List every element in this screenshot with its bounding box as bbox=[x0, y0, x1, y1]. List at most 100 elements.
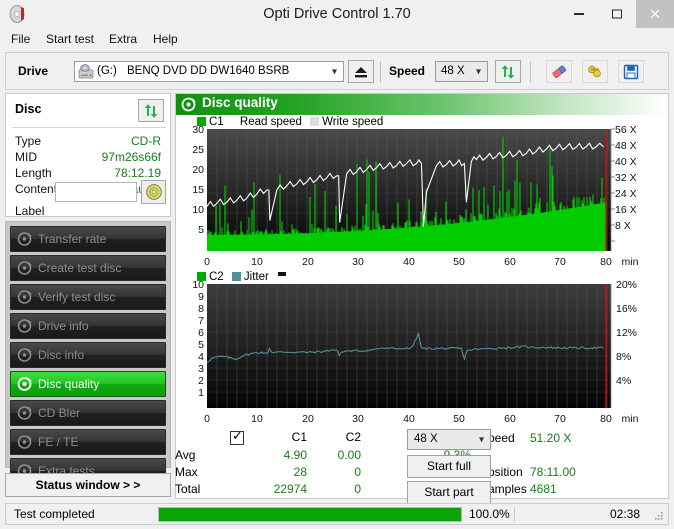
sidebar-item-create-test-disc[interactable]: Create test disc bbox=[10, 255, 166, 281]
svg-text:30: 30 bbox=[192, 125, 204, 136]
samples-value: 4681 bbox=[530, 482, 557, 496]
bitset-button[interactable] bbox=[582, 60, 608, 83]
svg-text:1: 1 bbox=[198, 387, 204, 399]
svg-text:6: 6 bbox=[198, 327, 204, 339]
svg-text:20%: 20% bbox=[616, 280, 637, 291]
refresh-button[interactable] bbox=[495, 60, 521, 83]
chevron-down-icon: ▾ bbox=[475, 66, 481, 77]
status-window-button[interactable]: Status window > > bbox=[5, 473, 171, 497]
floppy-save-icon bbox=[623, 64, 639, 79]
disc-type-value: CD-R bbox=[131, 134, 161, 148]
legend-marker-icon bbox=[278, 272, 287, 276]
disc-panel-title: Disc bbox=[15, 102, 42, 116]
position-value: 78:11.00 bbox=[530, 465, 576, 479]
refresh-arrows-icon bbox=[501, 64, 515, 79]
disc-icon bbox=[17, 406, 32, 420]
save-button[interactable] bbox=[618, 60, 644, 83]
divider bbox=[514, 507, 515, 522]
svg-text:12%: 12% bbox=[616, 327, 637, 339]
drive-label: Drive bbox=[18, 64, 49, 78]
svg-text:30: 30 bbox=[352, 256, 364, 268]
start-part-button[interactable]: Start part bbox=[407, 481, 491, 504]
close-button[interactable]: × bbox=[636, 0, 674, 28]
elapsed-time: 02:38 bbox=[609, 507, 640, 521]
bitset-icon bbox=[588, 65, 601, 77]
status-text: Test completed bbox=[14, 507, 95, 521]
disc-mid-value: 97m26s66f bbox=[101, 150, 161, 164]
disc-icon bbox=[17, 377, 32, 391]
svg-text:0: 0 bbox=[204, 413, 210, 425]
maximize-button[interactable] bbox=[598, 0, 636, 28]
svg-text:8: 8 bbox=[198, 303, 204, 315]
svg-text:8%: 8% bbox=[616, 351, 631, 363]
svg-text:32 X: 32 X bbox=[615, 172, 637, 184]
svg-text:9: 9 bbox=[198, 291, 204, 303]
sidebar-item-label: Verify test disc bbox=[38, 290, 116, 304]
menu-start-test[interactable]: Start test bbox=[41, 30, 99, 48]
menu-bar: File Start test Extra Help bbox=[0, 28, 674, 50]
disc-icon bbox=[17, 319, 32, 333]
chart-c2-jitter[interactable]: 1098 765 432 1 20%16%12% 8%4% 0 10 20 30… bbox=[182, 280, 662, 430]
row-label-avg: Avg bbox=[175, 448, 196, 462]
col-header-c1: C1 bbox=[291, 430, 307, 444]
svg-text:56 X: 56 X bbox=[615, 125, 637, 136]
disc-info-panel: Disc Type CD-R MID 97m26s66f Length 78:1… bbox=[5, 93, 171, 218]
menu-extra[interactable]: Extra bbox=[104, 30, 142, 48]
toolbar-separator bbox=[530, 61, 531, 83]
sidebar-item-drive-info[interactable]: Drive info bbox=[10, 313, 166, 339]
speed-label: Speed bbox=[389, 64, 426, 78]
disc-label-button[interactable] bbox=[141, 180, 166, 204]
test-speed-value: 48 X bbox=[414, 433, 438, 445]
toolbar: Drive (G:) BENQ DVD DD DW1640 BSRB ▾ Spe… bbox=[5, 52, 669, 90]
speed-select[interactable]: 48 X ▾ bbox=[435, 61, 488, 82]
chart-c1-readspeed[interactable]: 30 25 20 15 10 5 56 X 48 X 40 X 32 X 24 X 16 X 8… bbox=[182, 125, 662, 285]
chevron-down-icon: ▾ bbox=[331, 66, 337, 77]
svg-text:20: 20 bbox=[192, 164, 204, 176]
drive-icon bbox=[78, 64, 94, 79]
sidebar-item-transfer-rate[interactable]: Transfer rate bbox=[10, 226, 166, 252]
svg-text:60: 60 bbox=[504, 413, 516, 425]
svg-text:5: 5 bbox=[198, 224, 204, 236]
jitter-checkbox[interactable]: ✓ bbox=[230, 429, 244, 445]
maximize-icon bbox=[612, 9, 622, 19]
svg-text:min: min bbox=[622, 413, 639, 425]
app-window: Opti Drive Control 1.70 × File Start tes… bbox=[0, 0, 674, 529]
menu-help[interactable]: Help bbox=[148, 30, 183, 48]
drive-select[interactable]: (G:) BENQ DVD DD DW1640 BSRB ▾ bbox=[74, 61, 344, 82]
progress-bar bbox=[158, 507, 462, 522]
erase-button[interactable] bbox=[546, 60, 572, 83]
resize-grip-icon[interactable] bbox=[654, 511, 664, 521]
svg-text:3: 3 bbox=[198, 363, 204, 375]
row-label-max: Max bbox=[175, 465, 198, 479]
disc-type-label: Type bbox=[15, 134, 42, 148]
sidebar-item-disc-quality[interactable]: Disc quality bbox=[10, 371, 166, 397]
sidebar-item-fe-te[interactable]: FE / TE bbox=[10, 429, 166, 455]
sidebar-item-verify-test-disc[interactable]: Verify test disc bbox=[10, 284, 166, 310]
start-full-button[interactable]: Start full bbox=[407, 455, 491, 478]
test-speed-select[interactable]: 48 X ▾ bbox=[407, 429, 491, 450]
minimize-button[interactable] bbox=[560, 0, 598, 28]
svg-text:20: 20 bbox=[302, 413, 314, 425]
panel-header: Disc quality bbox=[176, 94, 668, 115]
sidebar-item-label: Drive info bbox=[38, 319, 89, 333]
toolbar-separator bbox=[380, 61, 381, 83]
c2-max: 0 bbox=[354, 465, 361, 479]
c2-total: 0 bbox=[354, 482, 361, 496]
disc-refresh-button[interactable] bbox=[138, 99, 164, 122]
speed-value: 51.20 X bbox=[530, 431, 572, 445]
sidebar-item-cd-bler[interactable]: CD Bler bbox=[10, 400, 166, 426]
sidebar-item-label: Disc info bbox=[38, 348, 85, 362]
svg-text:40: 40 bbox=[403, 256, 415, 268]
nav-list: Transfer rate Create test disc Verify te… bbox=[5, 221, 171, 484]
disc-icon bbox=[17, 290, 32, 304]
disc-label-input[interactable] bbox=[55, 182, 137, 202]
eject-button[interactable] bbox=[348, 60, 374, 83]
disc-length-label: Length bbox=[15, 166, 52, 180]
sidebar-item-label: CD Bler bbox=[38, 406, 81, 420]
sidebar-item-label: Disc quality bbox=[38, 377, 100, 391]
eject-icon bbox=[355, 66, 367, 77]
svg-text:2: 2 bbox=[198, 375, 204, 387]
sidebar-item-disc-info[interactable]: Disc info bbox=[10, 342, 166, 368]
svg-text:4: 4 bbox=[198, 351, 204, 363]
menu-file[interactable]: File bbox=[6, 30, 35, 48]
